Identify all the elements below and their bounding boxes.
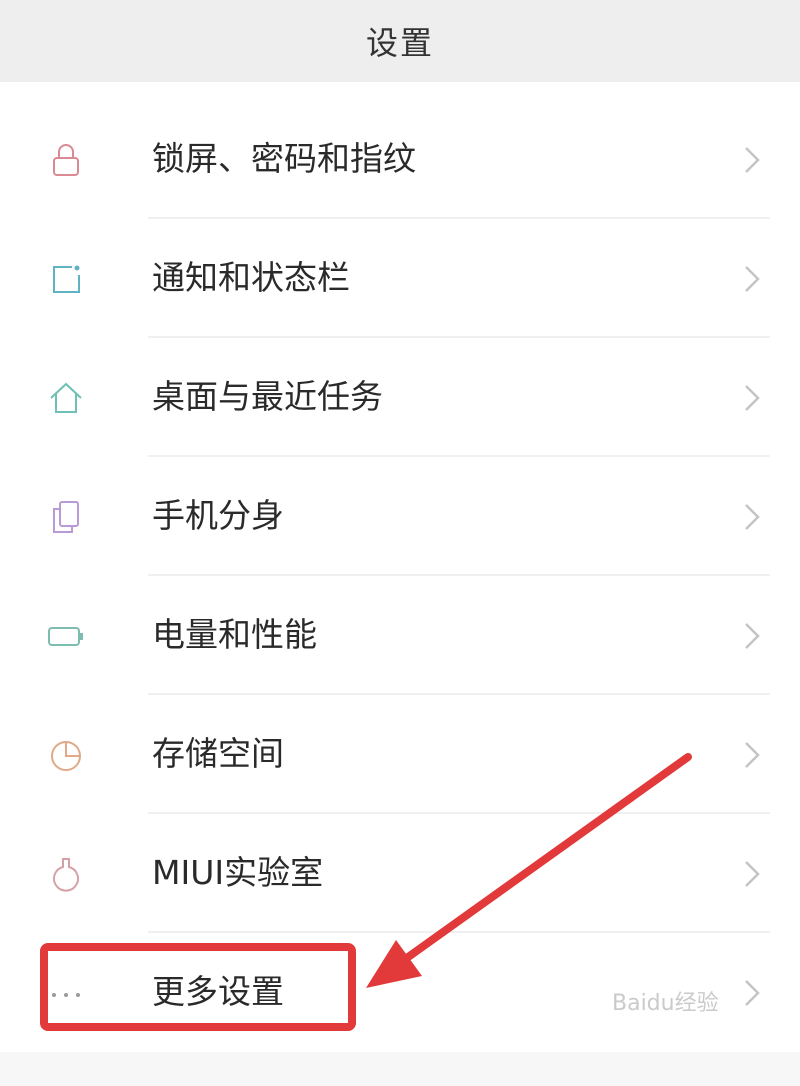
chevron-right-icon [745, 147, 760, 173]
notification-icon [53, 265, 80, 293]
chevron-right-icon [745, 266, 760, 292]
dual-phone-icon [53, 501, 79, 533]
storage-pie-icon [51, 741, 81, 771]
settings-item-lock-screen[interactable]: 锁屏、密码和指纹 [0, 100, 800, 219]
settings-item-label: 桌面与最近任务 [152, 377, 383, 416]
settings-item-home-screen[interactable]: 桌面与最近任务 [0, 338, 800, 457]
watermark: Baidu经验 [612, 991, 719, 1016]
lab-flask-icon [53, 858, 79, 892]
settings-item-dual-apps[interactable]: 手机分身 [0, 457, 800, 576]
lock-icon [53, 144, 79, 176]
settings-item-label: 存储空间 [152, 734, 284, 773]
chevron-right-icon [745, 980, 760, 1006]
settings-item-label: 通知和状态栏 [152, 258, 350, 297]
bottom-strip [0, 1052, 800, 1086]
settings-item-label: 手机分身 [152, 496, 284, 535]
settings-list: 锁屏、密码和指纹 通知和状态栏 桌面与最近任务 手机分身 电量和性能 存储空间 … [0, 100, 800, 1052]
chevron-right-icon [745, 385, 760, 411]
chevron-right-icon [745, 742, 760, 768]
chevron-right-icon [745, 623, 760, 649]
header-bar: 设置 [0, 0, 800, 82]
settings-item-label: 锁屏、密码和指纹 [152, 139, 416, 178]
annotation-highlight-box [40, 943, 356, 1031]
settings-item-notifications[interactable]: 通知和状态栏 [0, 219, 800, 338]
settings-item-label: MIUI实验室 [152, 853, 324, 892]
home-icon [50, 382, 82, 413]
settings-item-miui-lab[interactable]: MIUI实验室 [0, 814, 800, 933]
chevron-right-icon [745, 861, 760, 887]
page-title: 设置 [365, 24, 434, 62]
battery-icon [48, 627, 83, 646]
settings-item-storage[interactable]: 存储空间 [0, 695, 800, 814]
settings-item-label: 电量和性能 [152, 615, 317, 654]
chevron-right-icon [745, 504, 760, 530]
settings-item-battery[interactable]: 电量和性能 [0, 576, 800, 695]
